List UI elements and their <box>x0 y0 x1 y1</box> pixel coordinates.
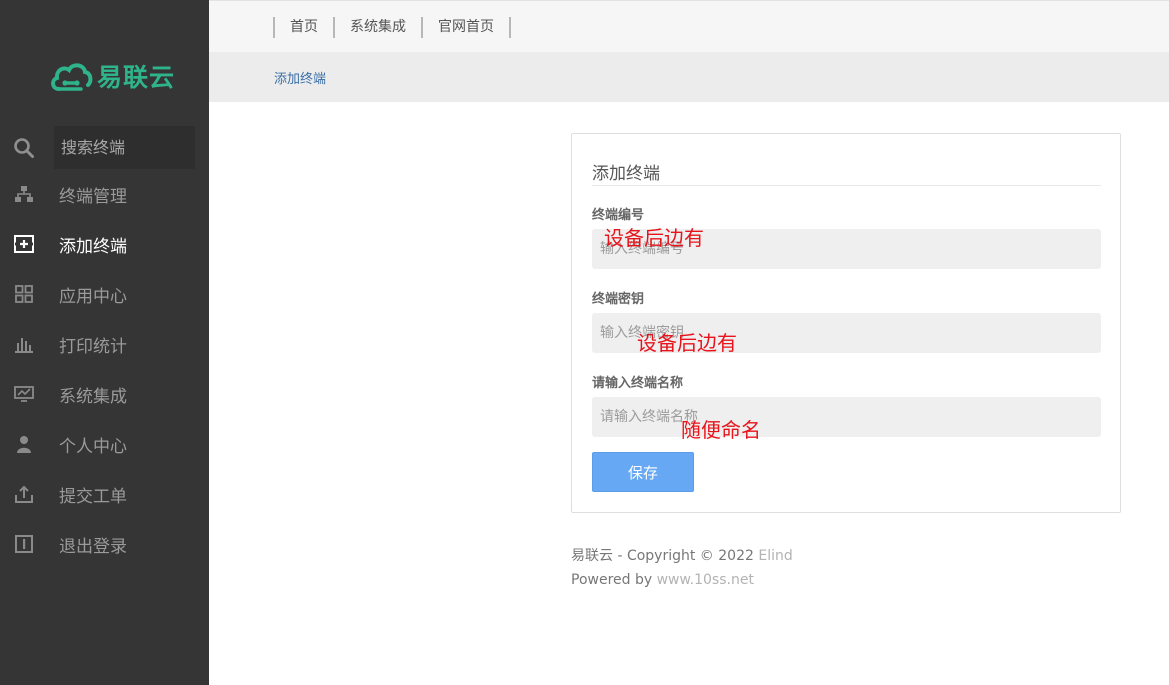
sidebar-item-submit-ticket[interactable]: 提交工单 <box>0 474 209 514</box>
search-icon <box>14 138 34 158</box>
sidebar-item-label: 添加终端 <box>59 236 127 257</box>
top-bar: 首页 系统集成 官网首页 <box>209 0 1169 52</box>
terminal-name-input[interactable] <box>592 397 1101 437</box>
grid-icon <box>13 284 35 304</box>
copyright-line: 易联云 - Copyright © 2022 Elind <box>571 544 793 568</box>
monitor-chart-icon <box>13 384 35 404</box>
brand-name: 易联云 <box>97 63 176 92</box>
upload-icon <box>13 484 35 504</box>
sitemap-icon <box>13 184 35 204</box>
topnav-system-integration-link[interactable]: 系统集成 <box>335 16 421 38</box>
sidebar-item-logout[interactable]: 退出登录 <box>0 524 209 564</box>
sidebar-item-label: 系统集成 <box>59 386 127 407</box>
form-title: 添加终端 <box>592 164 660 184</box>
elind-link[interactable]: Elind <box>758 548 792 564</box>
terminal-id-label: 终端编号 <box>592 208 645 223</box>
sidebar-item-label: 应用中心 <box>59 286 127 307</box>
cloud-logo-icon <box>51 63 93 91</box>
sidebar-item-add-terminal[interactable]: 添加终端 <box>0 224 209 264</box>
add-box-icon <box>13 234 35 254</box>
divider <box>592 185 1101 186</box>
breadcrumb[interactable]: 添加终端 <box>274 68 326 87</box>
logout-icon <box>13 534 35 554</box>
sidebar-item-terminal-management[interactable]: 终端管理 <box>0 174 209 214</box>
search-row <box>0 126 209 170</box>
bar-chart-icon <box>13 334 35 354</box>
website-link[interactable]: www.10ss.net <box>657 572 754 588</box>
sidebar-item-label: 退出登录 <box>59 536 127 557</box>
topnav-home-link[interactable]: 首页 <box>275 16 333 38</box>
footer: 易联云 - Copyright © 2022 Elind Powered by … <box>571 544 793 592</box>
sidebar-item-label: 终端管理 <box>59 186 127 207</box>
sidebar-item-personal-center[interactable]: 个人中心 <box>0 424 209 464</box>
user-icon <box>13 434 35 454</box>
sidebar-item-label: 打印统计 <box>59 336 127 357</box>
terminal-key-input[interactable] <box>592 313 1101 353</box>
logo[interactable]: 易联云 <box>49 58 175 94</box>
powered-by-line: Powered by www.10ss.net <box>571 568 793 592</box>
search-input[interactable] <box>54 126 195 169</box>
sidebar-item-label: 个人中心 <box>59 436 127 457</box>
copyright-text: 易联云 - Copyright © 2022 <box>571 548 759 564</box>
terminal-name-label: 请输入终端名称 <box>592 376 684 391</box>
top-nav: 首页 系统集成 官网首页 <box>273 16 511 38</box>
topnav-official-site-link[interactable]: 官网首页 <box>423 16 509 38</box>
save-button[interactable]: 保存 <box>592 452 694 492</box>
sidebar: 易联云 终端管理 添加终端 应用中心 打印统计 <box>0 0 209 685</box>
sidebar-item-app-center[interactable]: 应用中心 <box>0 274 209 314</box>
sidebar-item-print-stats[interactable]: 打印统计 <box>0 324 209 364</box>
nav-divider <box>509 16 511 38</box>
powered-by-text: Powered by <box>571 572 657 588</box>
sidebar-item-label: 提交工单 <box>59 486 127 507</box>
add-terminal-form: 添加终端 终端编号 设备后边有 终端密钥 设备后边有 请输入终端名称 随便命名 … <box>571 133 1121 513</box>
terminal-key-label: 终端密钥 <box>592 292 645 307</box>
sidebar-item-system-integration[interactable]: 系统集成 <box>0 374 209 414</box>
breadcrumb-bar: 添加终端 <box>209 52 1169 102</box>
terminal-id-input[interactable] <box>592 229 1101 269</box>
